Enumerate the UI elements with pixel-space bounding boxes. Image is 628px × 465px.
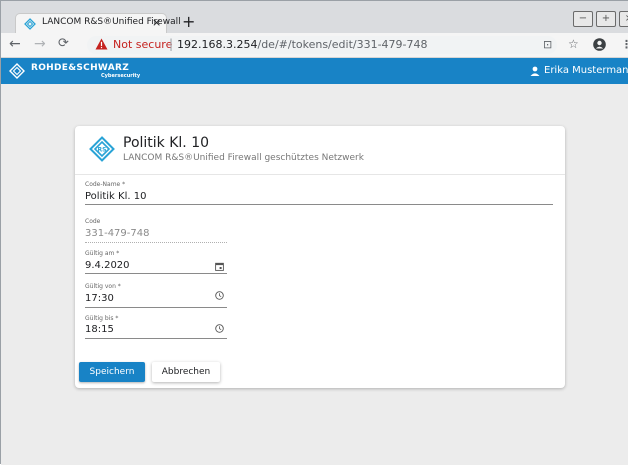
date-underline <box>85 273 227 274</box>
code-name-input[interactable]: Politik Kl. 10 <box>85 191 146 202</box>
to-time-underline <box>85 338 227 339</box>
app-header: ROHDE&SCHWARZ Cybersecurity Erika Muster… <box>1 58 628 84</box>
page-title: Politik Kl. 10 <box>123 135 210 151</box>
reload-icon[interactable]: ⟳ <box>58 36 69 52</box>
url-host: 192.168.3.254 <box>177 38 258 51</box>
to-time-input[interactable]: 18:15 <box>85 324 114 335</box>
menu-kebab-icon[interactable]: ⋮ <box>621 38 628 51</box>
code-name-underline <box>85 204 553 205</box>
minimize-button[interactable]: − <box>573 11 593 27</box>
rs-logo-icon <box>9 63 25 79</box>
code-underline <box>85 242 227 243</box>
not-secure-label: Not secure <box>113 38 173 51</box>
date-label: Gültig am * <box>85 250 120 257</box>
to-label: Gültig bis * <box>85 315 119 322</box>
page-subtitle: LANCOM R&S®Unified Firewall geschütztes … <box>123 153 364 163</box>
url-separator: | <box>169 37 174 51</box>
main-content: RS Politik Kl. 10 LANCOM R&S®Unified Fir… <box>1 84 628 465</box>
card-header: RS Politik Kl. 10 LANCOM R&S®Unified Fir… <box>75 126 565 175</box>
maximize-button[interactable]: + <box>596 11 616 27</box>
browser-window: LANCOM R&S®Unified Firewall × + − + × ← … <box>0 0 628 465</box>
tab-strip: LANCOM R&S®Unified Firewall × + − + × <box>1 1 628 33</box>
user-name[interactable]: Erika Mustermann <box>544 65 628 76</box>
user-icon[interactable] <box>530 66 540 76</box>
svg-text:RS: RS <box>98 147 107 154</box>
brand-subtitle: Cybersecurity <box>101 73 141 79</box>
browser-tab[interactable]: LANCOM R&S®Unified Firewall × <box>15 13 181 33</box>
save-button[interactable]: Speichern <box>79 362 145 382</box>
brand-name: ROHDE&SCHWARZ <box>31 63 130 73</box>
code-value: 331-479-748 <box>85 228 150 239</box>
clock-icon[interactable] <box>215 291 224 300</box>
url-text: 192.168.3.254/de/#/tokens/edit/331-479-7… <box>177 38 428 51</box>
forward-arrow-icon[interactable]: → <box>34 36 46 52</box>
tab-close-icon[interactable]: × <box>152 16 161 29</box>
code-name-label: Code-Name * <box>85 181 126 188</box>
from-time-input[interactable]: 17:30 <box>85 293 114 304</box>
translate-icon[interactable]: ⊡ <box>543 38 552 51</box>
cancel-button[interactable]: Abbrechen <box>152 362 220 382</box>
close-window-button[interactable]: × <box>619 11 628 27</box>
new-tab-button[interactable]: + <box>182 14 195 30</box>
rs-card-logo-icon: RS <box>89 136 115 162</box>
clock-icon[interactable] <box>215 324 224 333</box>
date-input[interactable]: 9.4.2020 <box>85 260 130 271</box>
from-label: Gültig von * <box>85 283 121 290</box>
calendar-icon[interactable] <box>215 262 224 271</box>
address-bar[interactable]: Not secure | 192.168.3.254/de/#/tokens/e… <box>87 36 557 54</box>
profile-icon[interactable] <box>593 38 606 51</box>
warning-icon <box>95 38 108 50</box>
token-edit-card: RS Politik Kl. 10 LANCOM R&S®Unified Fir… <box>75 126 565 388</box>
from-time-underline <box>85 307 227 308</box>
url-path: /de/#/tokens/edit/331-479-748 <box>257 38 428 51</box>
favicon-icon <box>24 18 36 30</box>
code-label: Code <box>85 218 101 225</box>
back-arrow-icon[interactable]: ← <box>9 36 21 52</box>
bookmark-star-icon[interactable]: ☆ <box>568 37 579 51</box>
browser-toolbar: ← → ⟳ Not secure | 192.168.3.254/de/#/to… <box>1 33 628 58</box>
